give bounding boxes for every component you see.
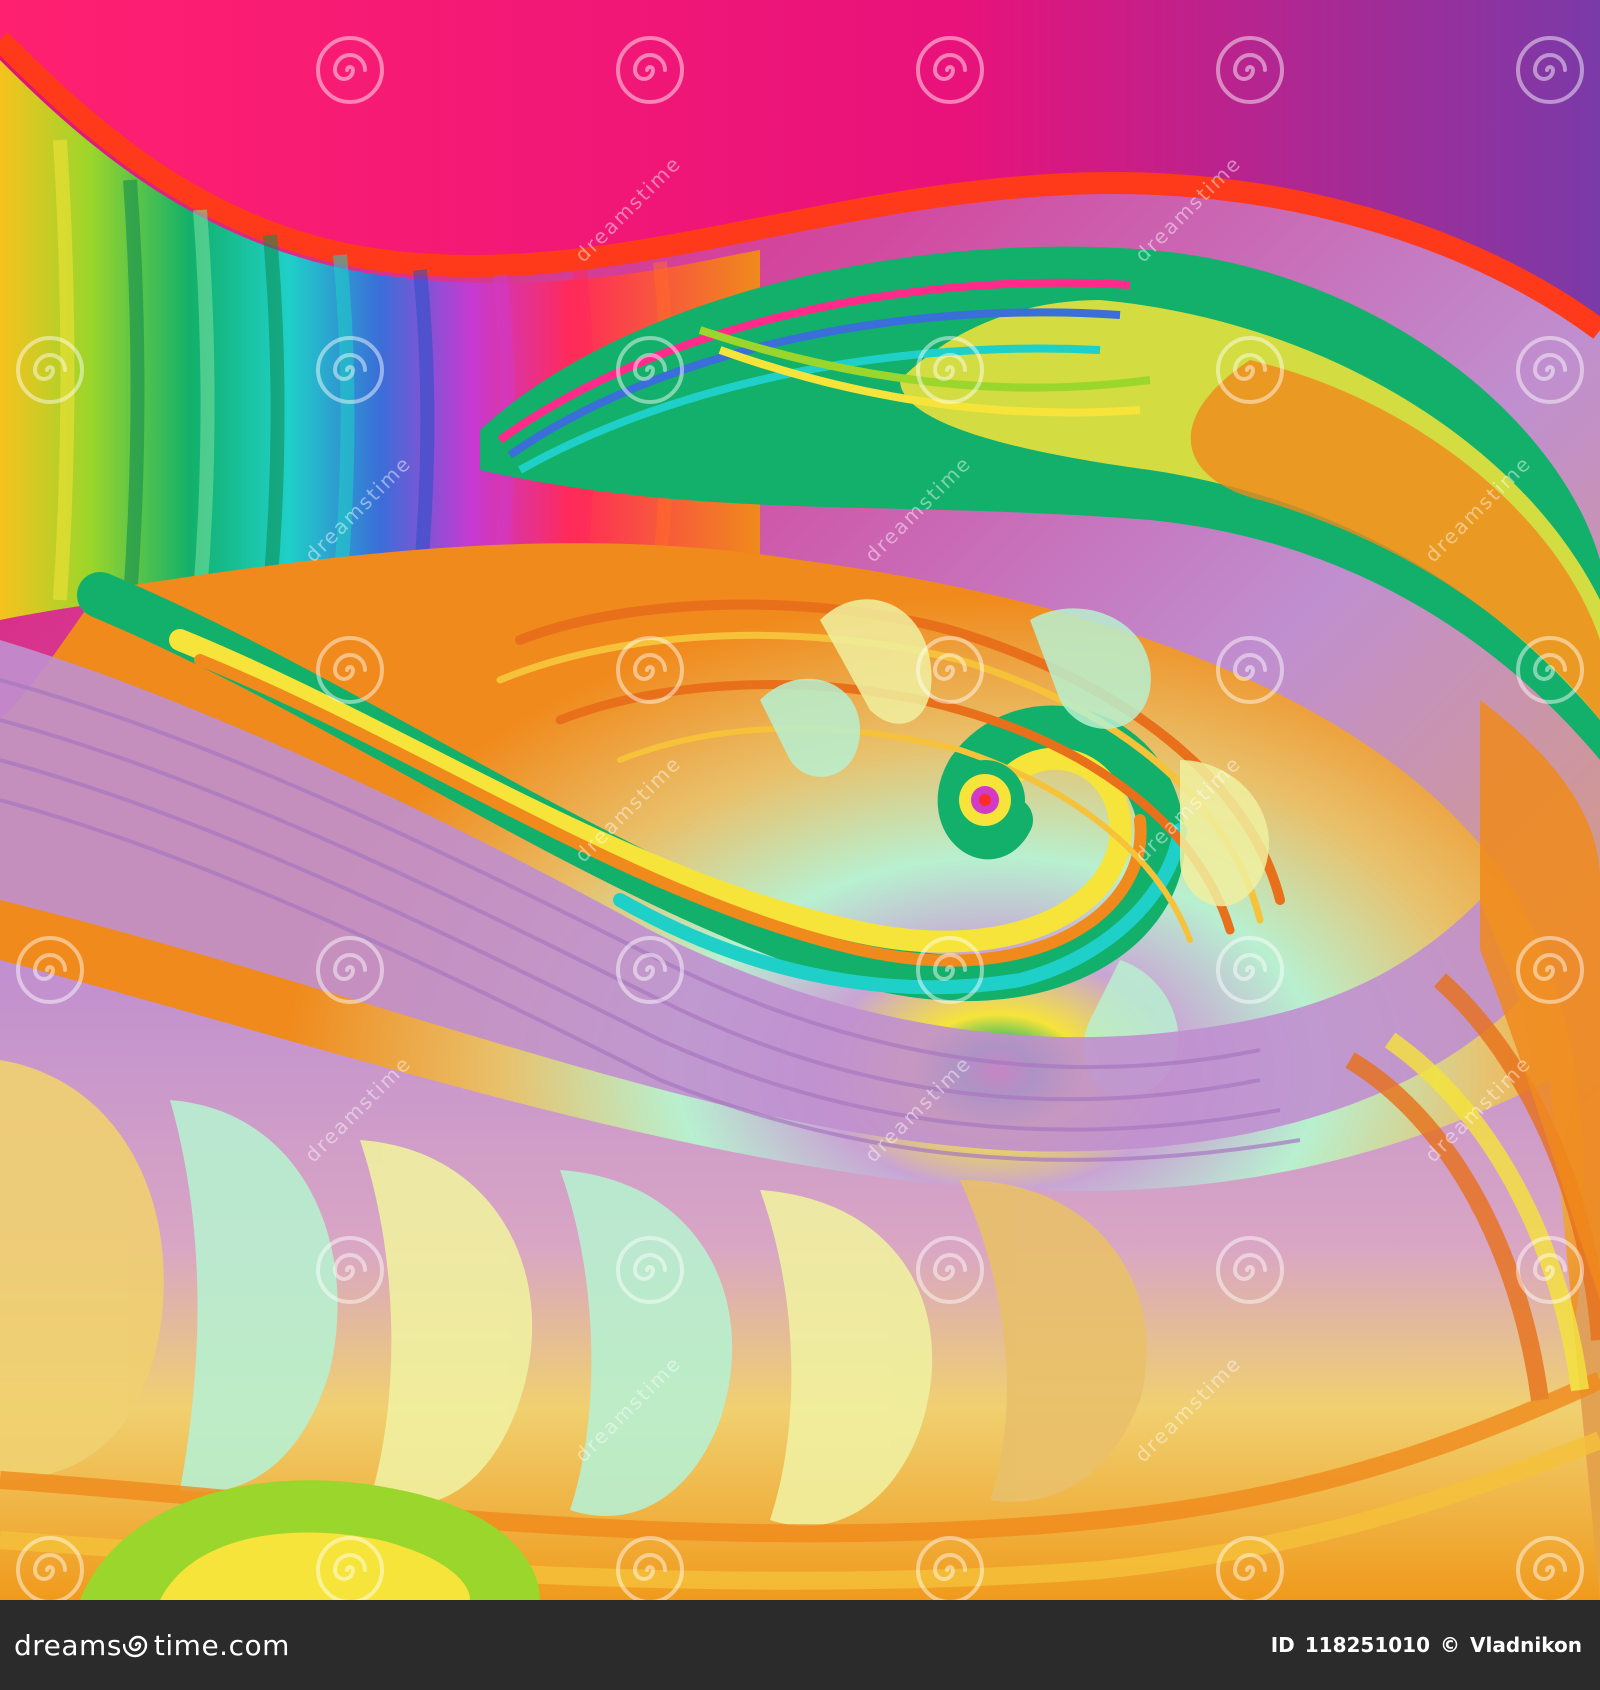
image-id-label: ID <box>1270 1633 1295 1657</box>
copyright-symbol: © <box>1440 1633 1461 1657</box>
author-name[interactable]: Vladnikon <box>1470 1633 1582 1657</box>
footer-logo[interactable]: dreams time.com <box>14 1629 290 1662</box>
spiral-logo-icon <box>122 1635 148 1658</box>
swirl-illustration <box>0 0 1600 1600</box>
spiral-eye-core <box>979 794 991 806</box>
image-id-value: 118251010 <box>1304 1633 1431 1657</box>
abstract-swirl-artwork <box>0 0 1600 1600</box>
footer-meta: ID 118251010 © Vladnikon <box>1271 1633 1582 1657</box>
footer-logo-prefix: dreams <box>14 1628 122 1662</box>
footer-bar: dreams time.com ID 118251010 © Vladnikon <box>0 1600 1600 1690</box>
footer-logo-suffix: time.com <box>153 1628 290 1662</box>
